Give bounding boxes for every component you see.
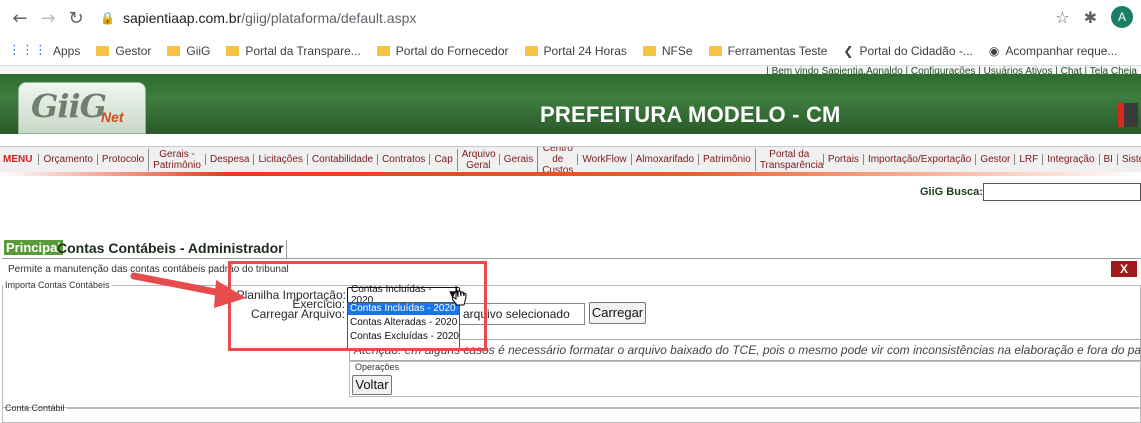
- bookmark-item[interactable]: Portal da Transpare...: [226, 44, 361, 58]
- highlight-box: [228, 261, 487, 351]
- reload-icon[interactable]: ↻: [62, 8, 90, 29]
- folder-icon: [167, 45, 181, 56]
- bookmark-item[interactable]: GiiG: [167, 44, 210, 58]
- page-title: PREFEITURA MODELO - CM: [540, 102, 841, 127]
- bookmark-item[interactable]: Gestor: [96, 44, 151, 58]
- menu-item-despesa[interactable]: Despesa: [204, 154, 253, 165]
- menu-label: MENU: [3, 154, 33, 165]
- star-icon[interactable]: ☆: [1055, 8, 1069, 27]
- import-legend: Importa Contas Contábeis: [5, 280, 110, 290]
- bookmark-item[interactable]: ❮ Portal do Cidadão -...: [843, 44, 972, 58]
- header-divider: [0, 172, 1141, 176]
- back-icon[interactable]: ←: [6, 8, 34, 29]
- menu-item-contratos[interactable]: Contratos: [377, 154, 429, 165]
- bookmark-item[interactable]: Ferramentas Teste: [708, 44, 827, 58]
- avatar[interactable]: A: [1111, 6, 1133, 28]
- bookmark-item[interactable]: ◉ Acompanhar reque...: [989, 44, 1118, 58]
- menu-item-patrimonio[interactable]: Patrimônio: [698, 154, 755, 165]
- folder-icon: [524, 45, 538, 56]
- mouse-cursor-icon: [452, 285, 467, 306]
- exit-icon[interactable]: [1118, 103, 1138, 127]
- menu-item-gerais-patrimonio[interactable]: Gerais - Patrimônio: [148, 148, 205, 171]
- operacoes-fieldset: [349, 361, 1141, 397]
- carregar-button[interactable]: Carregar: [589, 302, 646, 324]
- forward-icon[interactable]: →: [34, 8, 62, 29]
- folder-icon: [96, 45, 110, 56]
- menu-item-centro-custos[interactable]: Centro de Custos: [537, 147, 577, 172]
- folder-icon: [642, 45, 656, 56]
- bookmark-item[interactable]: Portal 24 Horas: [524, 44, 627, 58]
- menu-item-workflow[interactable]: WorkFlow: [577, 154, 630, 165]
- folder-icon: [376, 45, 390, 56]
- bookmark-item[interactable]: Portal do Fornecedor: [376, 44, 509, 58]
- menu-item-importacao[interactable]: Importação/Exportação: [862, 154, 975, 165]
- logo-main: GiiG: [31, 87, 107, 125]
- url-host: sapientiaap.com.br: [122, 10, 242, 26]
- menu-item-portal-transparencia[interactable]: Portal da Transparência: [754, 148, 823, 171]
- menu-item-gerais[interactable]: Gerais: [498, 154, 537, 165]
- extensions-icon[interactable]: ✱: [1084, 8, 1097, 27]
- operacoes-legend: Operações: [353, 362, 402, 372]
- voltar-button[interactable]: Voltar: [352, 375, 392, 395]
- address-bar[interactable]: 🔒 sapientiaap.com.br/giig/plataforma/def…: [100, 5, 1050, 31]
- menu-item-arquivo-geral[interactable]: Arquivo Geral: [456, 148, 499, 171]
- logo-sub: Net: [101, 109, 124, 125]
- main-menu: MENU Orçamento Protocolo Gerais - Patrim…: [0, 146, 1141, 172]
- url-path: /giig/plataforma/default.aspx: [241, 10, 417, 26]
- menu-item-almoxarifado[interactable]: Almoxarifado: [630, 154, 698, 165]
- menu-item-licitacoes[interactable]: Licitações: [253, 154, 306, 165]
- menu-item-sistema[interactable]: Sistema: [1116, 154, 1141, 165]
- bookmark-apps[interactable]: ⋮⋮⋮ Apps: [8, 43, 80, 58]
- menu-item-lrf[interactable]: LRF: [1014, 154, 1042, 165]
- giig-logo: GiiG Net: [18, 82, 146, 134]
- menu-item-gestor[interactable]: Gestor: [975, 154, 1014, 165]
- search-input[interactable]: [983, 183, 1141, 201]
- menu-item-protocolo[interactable]: Protocolo: [96, 154, 148, 165]
- globe-icon: ◉: [988, 43, 1000, 58]
- search-label: GiiG Busca:: [920, 186, 983, 198]
- menu-item-orcamento[interactable]: Orçamento: [38, 154, 96, 165]
- close-button[interactable]: X: [1111, 261, 1137, 277]
- bookmark-arrow-icon: ❮: [843, 43, 854, 58]
- annotation-arrow-icon: [130, 272, 246, 308]
- tab-principal[interactable]: Principal: [4, 240, 63, 255]
- menu-item-cap[interactable]: Cap: [429, 154, 456, 165]
- menu-item-contabilidade[interactable]: Contabilidade: [306, 154, 377, 165]
- browser-toolbar: ← → ↻ 🔒 sapientiaap.com.br/giig/platafor…: [0, 0, 1141, 36]
- menu-item-integracao[interactable]: Integração: [1042, 154, 1098, 165]
- conta-contabil-fieldset: Conta Contábil: [2, 403, 1141, 423]
- bookmarks-bar: ⋮⋮⋮ Apps Gestor GiiG Portal da Transpare.…: [0, 36, 1141, 66]
- menu-item-bi[interactable]: BI: [1098, 154, 1117, 165]
- bookmark-item[interactable]: NFSe: [642, 44, 693, 58]
- folder-icon: [708, 45, 722, 56]
- folder-icon: [226, 45, 240, 56]
- apps-grid-icon: ⋮⋮⋮: [8, 43, 47, 58]
- lock-icon: 🔒: [100, 11, 115, 25]
- menu-item-portais[interactable]: Portais: [822, 154, 863, 165]
- tab-contas-contabeis[interactable]: Contas Contábeis - Administrador: [57, 240, 287, 258]
